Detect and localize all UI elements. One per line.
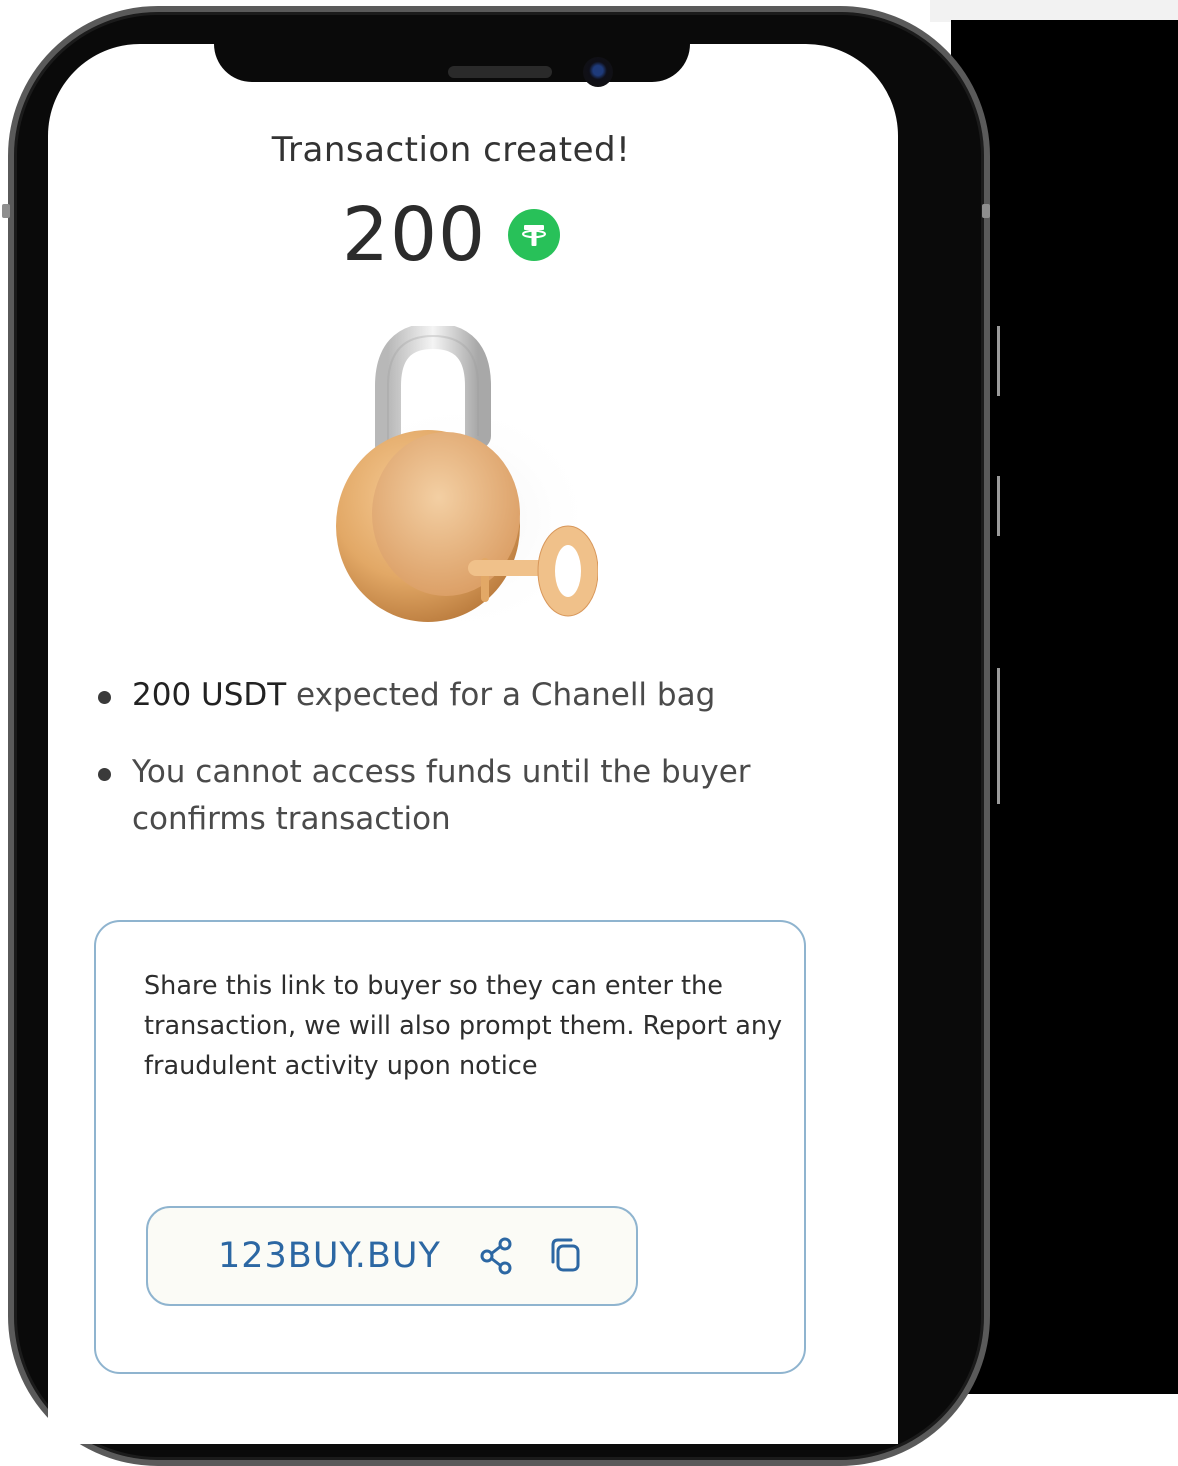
transaction-info-list: 200 USDT expected for a Chanell bag You … xyxy=(96,672,826,873)
second-phone-button xyxy=(997,326,1000,396)
padlock-with-key-icon xyxy=(318,322,599,626)
second-phone-button xyxy=(997,668,1000,804)
funds-lock-note: You cannot access funds until the buyer … xyxy=(132,754,751,837)
transaction-confirmation-screen: Transaction created! 200 200 USDT expect… xyxy=(48,44,898,1394)
share-icon[interactable] xyxy=(477,1236,517,1276)
list-item: You cannot access funds until the buyer … xyxy=(96,749,826,843)
second-phone-rim xyxy=(930,0,1178,22)
list-item: 200 USDT expected for a Chanell bag xyxy=(96,672,826,719)
page-title: Transaction created! xyxy=(271,130,631,170)
front-camera xyxy=(583,57,613,87)
copy-icon[interactable] xyxy=(547,1236,587,1276)
tether-usdt-icon xyxy=(508,209,561,261)
transaction-link[interactable]: 123BUY.BUY xyxy=(218,1236,441,1276)
side-button xyxy=(2,204,10,218)
amount-row: 200 xyxy=(48,192,854,278)
share-instructions: Share this link to buyer so they can ent… xyxy=(144,971,783,1081)
side-button xyxy=(982,204,990,218)
transaction-link-pill[interactable]: 123BUY.BUY xyxy=(146,1206,638,1306)
item-description: expected for a Chanell bag xyxy=(286,677,716,713)
share-link-card: Share this link to buyer so they can ent… xyxy=(94,920,806,1374)
amount-value: 200 xyxy=(341,192,487,278)
amount-currency: 200 USDT xyxy=(132,677,287,713)
speaker-grille xyxy=(448,66,552,78)
second-phone-button xyxy=(997,476,1000,536)
